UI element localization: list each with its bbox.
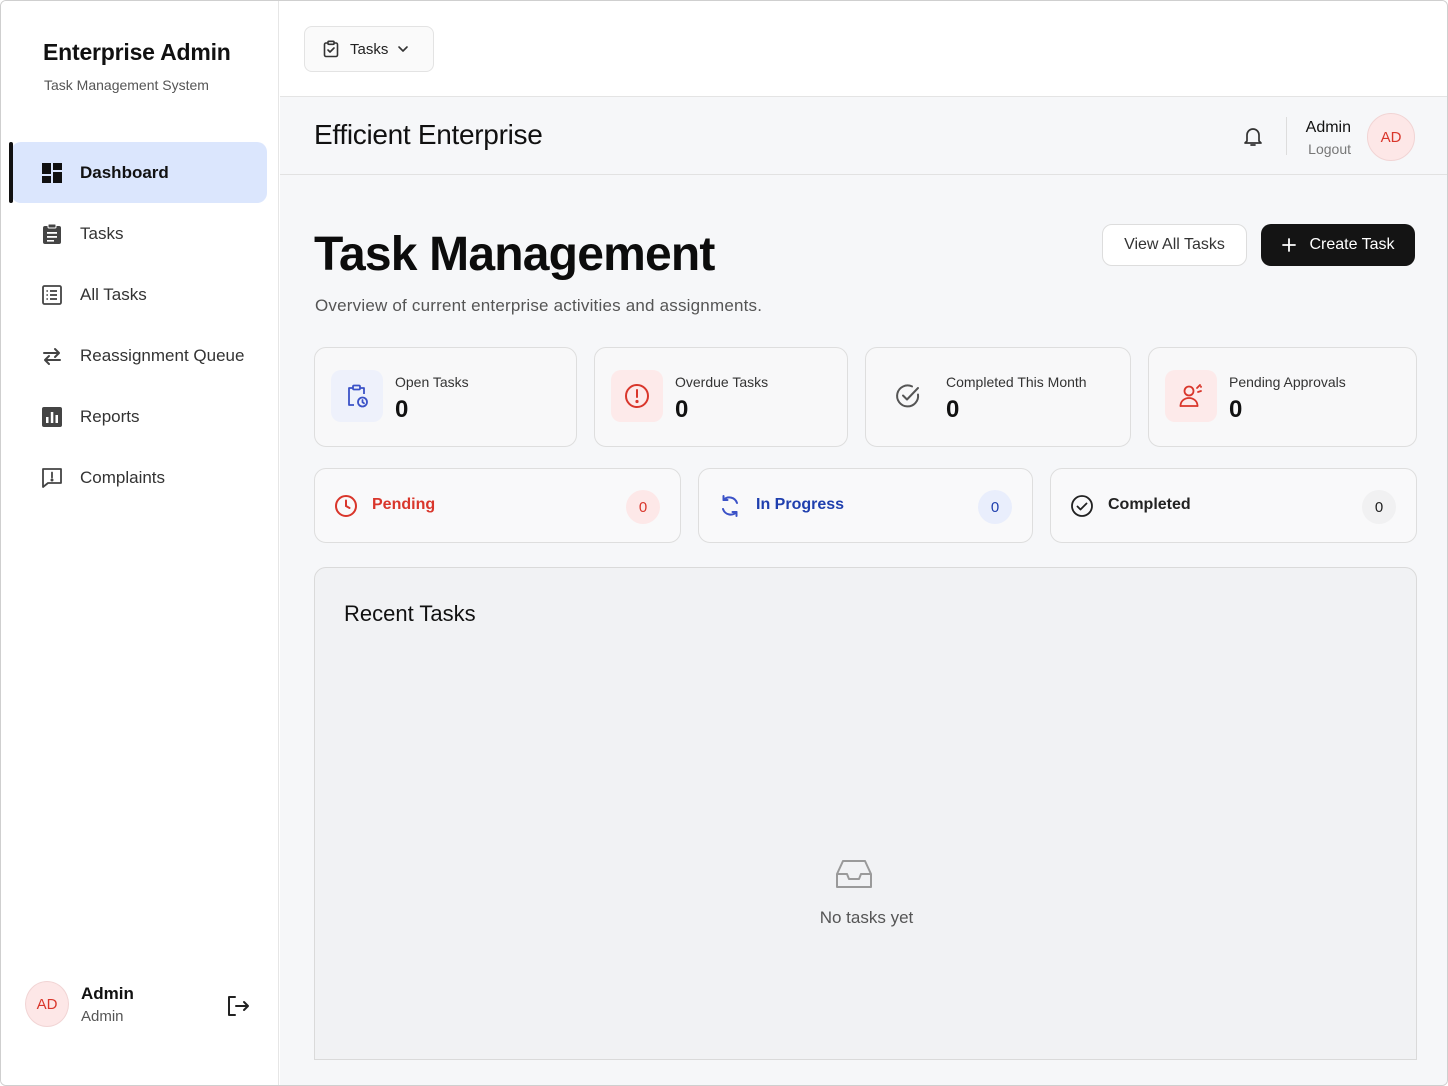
alert-circle-icon	[611, 370, 663, 422]
stat-label: Overdue Tasks	[675, 374, 769, 390]
sidebar-nav: Dashboard Tasks All Tasks Reassignment Q…	[1, 142, 279, 508]
stat-label: Open Tasks	[395, 374, 469, 390]
inbox-icon	[836, 860, 872, 888]
sidebar-item-label: Dashboard	[80, 162, 169, 182]
check-circle-icon	[882, 370, 934, 422]
stat-label: Pending Approvals	[1229, 374, 1346, 390]
sidebar-item-all-tasks[interactable]: All Tasks	[11, 264, 267, 325]
page-header: Efficient Enterprise Admin Logout AD	[280, 97, 1447, 175]
create-task-label: Create Task	[1309, 236, 1395, 253]
recent-tasks-title: Recent Tasks	[344, 601, 476, 626]
sidebar-item-label: All Tasks	[80, 284, 147, 304]
status-count-badge: 0	[978, 490, 1012, 524]
status-card-in-progress[interactable]: In Progress 0	[698, 468, 1033, 543]
recent-tasks-panel: Recent Tasks No tasks yet	[314, 567, 1417, 1060]
org-title: Efficient Enterprise	[314, 119, 543, 150]
sidebar: Enterprise Admin Task Management System …	[1, 1, 279, 1085]
dashboard-icon	[41, 162, 63, 184]
sidebar-item-label: Reassignment Queue	[80, 345, 245, 365]
list-icon	[41, 284, 63, 306]
sidebar-item-reports[interactable]: Reports	[11, 386, 267, 447]
status-label: Completed	[1108, 496, 1191, 513]
clipboard-clock-icon	[331, 370, 383, 422]
brand-subtitle: Task Management System	[44, 77, 209, 93]
sidebar-item-complaints[interactable]: Complaints	[11, 447, 267, 508]
sidebar-item-label: Complaints	[80, 467, 166, 487]
stat-value: 0	[1229, 396, 1243, 423]
feedback-icon	[41, 467, 63, 489]
stat-card-completed-month: Completed This Month 0	[865, 347, 1131, 447]
stat-card-open-tasks: Open Tasks 0	[314, 347, 577, 447]
stat-card-overdue-tasks: Overdue Tasks 0	[594, 347, 848, 447]
stat-value: 0	[395, 396, 409, 423]
sidebar-user: AD Admin Admin	[25, 981, 257, 1029]
avatar[interactable]: AD	[25, 981, 69, 1027]
sidebar-user-name: Admin	[81, 984, 134, 1003]
status-card-completed[interactable]: Completed 0	[1050, 468, 1417, 543]
header-logout-link[interactable]: Logout	[1308, 141, 1351, 157]
stat-value: 0	[946, 396, 960, 423]
user-pending-icon	[1165, 370, 1217, 422]
status-label: Pending	[372, 496, 436, 513]
logout-icon[interactable]	[225, 993, 251, 1019]
main-content: Task Management Overview of current ente…	[280, 175, 1447, 1085]
sidebar-item-dashboard[interactable]: Dashboard	[9, 142, 267, 203]
stat-label: Completed This Month	[946, 374, 1087, 390]
status-card-pending[interactable]: Pending 0	[314, 468, 681, 543]
status-count-badge: 0	[626, 490, 660, 524]
sidebar-item-tasks[interactable]: Tasks	[11, 203, 267, 264]
tasks-dropdown[interactable]: Tasks	[304, 26, 434, 72]
stat-value: 0	[675, 396, 689, 423]
clipboard-icon	[41, 223, 63, 245]
sidebar-user-role: Admin	[81, 1008, 124, 1025]
sidebar-item-reassignment-queue[interactable]: Reassignment Queue	[11, 325, 267, 386]
stat-card-pending-approvals: Pending Approvals 0	[1148, 347, 1417, 447]
app-window: Enterprise Admin Task Management System …	[0, 0, 1448, 1086]
check-circle-icon	[1071, 495, 1093, 517]
clock-icon	[335, 495, 357, 517]
chevron-down-icon	[398, 46, 409, 52]
header-avatar[interactable]: AD	[1367, 113, 1415, 161]
refresh-icon	[722, 495, 738, 517]
bar-chart-icon	[41, 406, 63, 428]
page-title: Task Management	[314, 228, 715, 281]
sidebar-item-label: Tasks	[80, 223, 124, 243]
page-subtitle: Overview of current enterprise activitie…	[315, 296, 763, 315]
tasks-dropdown-label: Tasks	[350, 40, 389, 58]
empty-state-text: No tasks yet	[819, 908, 914, 927]
brand-title: Enterprise Admin	[43, 39, 231, 65]
status-count-badge: 0	[1362, 490, 1396, 524]
top-bar: Tasks	[280, 1, 1447, 97]
header-user-name: Admin	[1305, 119, 1351, 136]
clipboard-check-icon	[323, 40, 339, 58]
view-all-tasks-button[interactable]: View All Tasks	[1102, 224, 1247, 266]
status-label: In Progress	[756, 496, 845, 513]
create-task-button[interactable]: Create Task	[1261, 224, 1415, 266]
plus-icon	[1282, 238, 1297, 252]
swap-icon	[41, 345, 63, 367]
sidebar-item-label: Reports	[80, 406, 140, 426]
header-divider	[1286, 117, 1287, 155]
bell-icon[interactable]	[1241, 124, 1265, 148]
